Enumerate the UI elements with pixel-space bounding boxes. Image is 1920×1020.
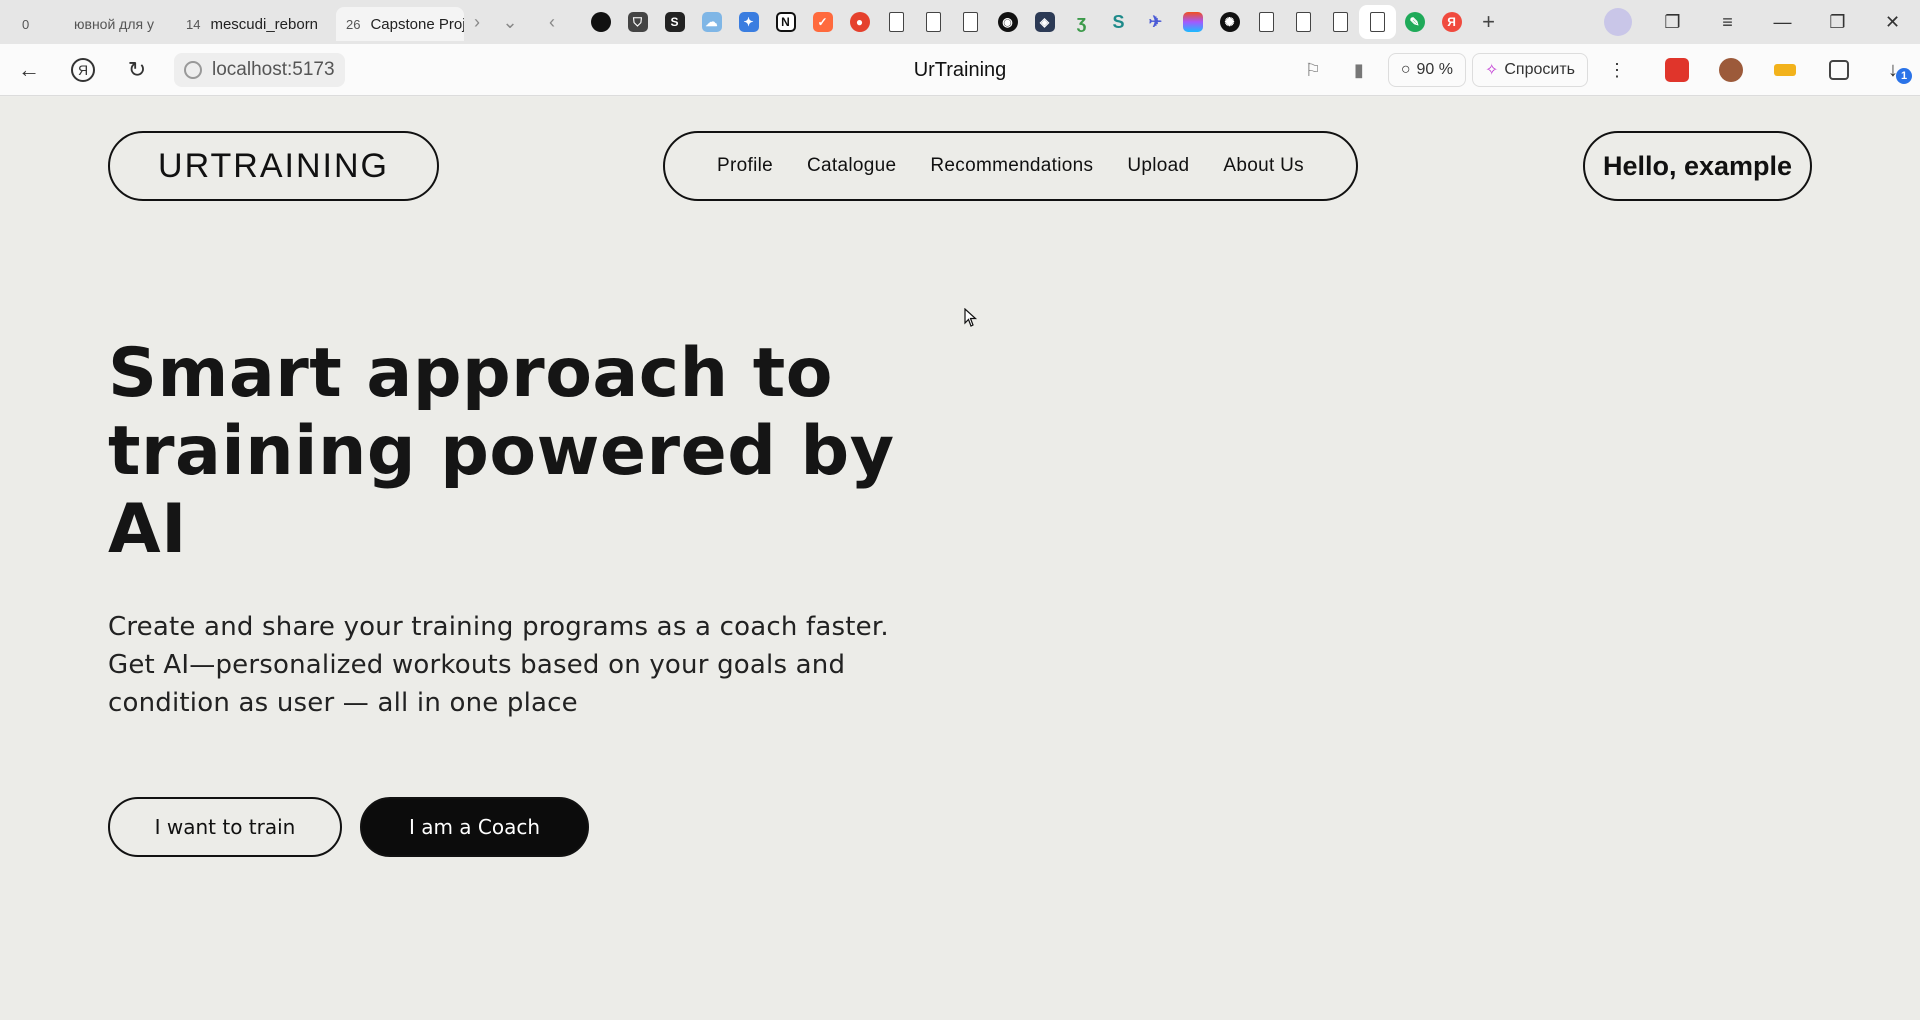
yandex-home-icon[interactable]: Я [56,44,110,96]
yandex-icon[interactable]: Я [1433,5,1470,39]
browser-page-title: UrTraining [913,58,1007,81]
bird-icon[interactable]: ✈ [1137,5,1174,39]
url-text: localhost:5173 [212,58,335,80]
battery-icon[interactable] [1758,44,1812,96]
page-content: URTRAINING Profile Catalogue Recommendat… [0,97,1920,1020]
site-info-icon[interactable] [184,60,202,79]
extensions-icon[interactable] [1812,44,1866,96]
file-icon[interactable] [878,5,915,39]
notion-icon[interactable]: N [767,5,804,39]
chevron-right-icon[interactable]: › [464,5,490,39]
browser-tab-active[interactable]: 26 Capstone Proj [336,7,464,41]
pinned-tabs: ⛉ S ☁ ✦ N ✓ ● ◉ ◈ ʒ S ✈ ✺ ✎ Я + [582,5,1507,39]
openai-icon[interactable]: ✺ [1211,5,1248,39]
browser-toolbar: ← Я ↻ localhost:5173 UrTraining ⚐ ▮ ○ 90… [0,44,1920,96]
nav-profile[interactable]: Profile [717,155,773,177]
adblock-icon[interactable] [1650,44,1704,96]
close-icon[interactable]: ✕ [1865,0,1920,44]
more-icon[interactable]: ⋮ [1594,44,1640,96]
browser-tab[interactable]: 14 mescudi_reborn [176,7,336,41]
site-logo[interactable]: URTRAINING [108,131,439,201]
profile-icon[interactable] [1590,0,1645,44]
chevron-left-icon[interactable]: ‹ [530,5,574,39]
leaf-icon[interactable]: ʒ [1063,5,1100,39]
coach-button[interactable]: I am a Coach [360,797,589,857]
browser-tab-strip: 0 ювной для у 14 mescudi_reborn 26 Capst… [0,0,1920,44]
github-icon[interactable]: ◉ [989,5,1026,39]
file-icon[interactable] [952,5,989,39]
nav-about-us[interactable]: About Us [1223,155,1304,177]
address-bar[interactable]: localhost:5173 [174,52,345,87]
shield-icon[interactable]: ⛉ [619,5,656,39]
zoom-indicator[interactable]: ○ 90 % [1387,53,1466,87]
box-icon[interactable]: ◈ [1026,5,1063,39]
ai-icon: ✧ [1484,62,1499,79]
cloud-icon[interactable]: ☁ [693,5,730,39]
chat-icon: ○ [1400,61,1411,78]
cookie-icon[interactable] [1704,44,1758,96]
hero-title: Smart approach to training powered by AI [108,334,895,569]
bookmark-icon[interactable]: ▮ [1336,44,1382,96]
downloads-icon[interactable]: ↓ 1 [1866,44,1920,96]
nav-upload[interactable]: Upload [1127,155,1189,177]
new-tab-icon[interactable]: + [1470,5,1507,39]
menu-icon[interactable]: ≡ [1700,0,1755,44]
file-icon[interactable] [915,5,952,39]
site-header: URTRAINING Profile Catalogue Recommendat… [0,131,1920,201]
mouse-cursor-icon [964,308,978,327]
file-icon[interactable] [1248,5,1285,39]
want-to-train-button[interactable]: I want to train [108,797,342,857]
puzzle-icon[interactable]: ✦ [730,5,767,39]
minimize-icon[interactable]: — [1755,0,1810,44]
nav-catalogue[interactable]: Catalogue [807,155,896,177]
user-greeting-button[interactable]: Hello, example [1583,131,1812,201]
ask-button[interactable]: ✧ Спросить [1471,53,1588,87]
restore-icon[interactable]: ❐ [1810,0,1865,44]
figma-icon[interactable] [1174,5,1211,39]
shopify-icon[interactable]: S [656,5,693,39]
record-icon[interactable]: ● [841,5,878,39]
back-icon[interactable]: ← [2,44,56,96]
green-app-icon[interactable]: ✎ [1396,5,1433,39]
browser-tab[interactable]: ювной для у [64,7,176,41]
file-icon[interactable] [1285,5,1322,39]
s-icon[interactable]: S [1100,5,1137,39]
collections-icon[interactable]: ❐ [1645,0,1700,44]
reload-icon[interactable]: ↻ [110,44,164,96]
hero-subtitle: Create and share your training programs … [108,612,889,718]
app-icon[interactable]: ✓ [804,5,841,39]
file-icon[interactable] [1322,5,1359,39]
file-icon[interactable] [1359,5,1396,39]
yin-yang-icon[interactable] [582,5,619,39]
window-controls: ❐ ≡ — ❐ ✕ [1590,0,1920,44]
download-badge: 1 [1896,68,1912,84]
nav-recommendations[interactable]: Recommendations [930,155,1093,177]
chevron-down-icon[interactable]: ⌄ [490,5,530,39]
main-nav: Profile Catalogue Recommendations Upload… [663,131,1358,201]
browser-tab[interactable]: 0 [0,7,64,41]
translate-icon[interactable]: ⚐ [1290,44,1336,96]
